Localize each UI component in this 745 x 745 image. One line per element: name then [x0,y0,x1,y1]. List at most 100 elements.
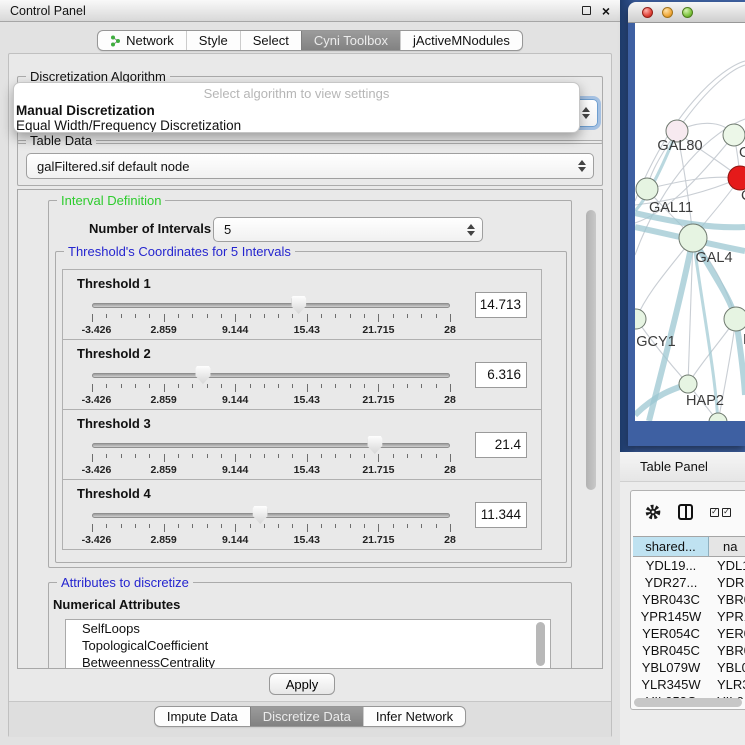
table-cell: YDR2 [709,575,745,590]
tab-discretize-data[interactable]: Discretize Data [250,707,363,726]
table-cell: YLR345W [633,677,709,692]
list-item[interactable]: BetweennessCentrality [66,654,550,669]
table-grid: shared...na YDL19...YDL1YDR27...YDR2YBR0… [633,536,745,699]
table-row[interactable]: YLR345WYLR3 [633,676,745,693]
network-node[interactable] [724,307,745,331]
table-cell: YBL079W [633,660,709,675]
table-cell: YDL1 [709,558,745,573]
tab-network[interactable]: Network [98,31,186,50]
horizontal-scrollbar-thumb[interactable] [634,698,742,707]
column-header[interactable]: shared... [633,536,709,557]
threshold-label: Threshold 3 [77,416,151,431]
table-horizontal-scrollbar[interactable] [634,698,742,707]
table-row[interactable]: YPR145WYPR1 [633,608,745,625]
network-window-titlebar[interactable] [628,2,745,23]
threshold-row: Threshold 1-3.4262.8599.14415.4321.71528… [62,269,542,340]
table-row[interactable]: YER054CYER0 [633,625,745,642]
tab-style[interactable]: Style [186,31,240,50]
tab-jactivemnodules[interactable]: jActiveMNodules [400,31,522,50]
control-panel-titlebar: Control Panel × [0,0,620,22]
network-node-label: C [741,188,745,204]
threshold-value-field[interactable]: 14.713 [475,292,527,318]
cyni-toolbox-panel: Discretization Algorithm Table Data galF… [8,53,612,737]
list-scrollbar[interactable] [536,622,547,668]
algorithm-option-equal-width[interactable]: Equal Width/Frequency Discretization [16,118,577,133]
slider-track[interactable] [92,373,450,378]
close-traffic-light-icon[interactable] [642,7,653,18]
threshold-value-field[interactable]: 11.344 [475,502,527,528]
table-row[interactable]: YBR043CYBR0 [633,591,745,608]
slider-ticks [92,384,450,393]
network-node-label: GA [739,145,745,161]
interval-definition-title: Interval Definition [57,193,165,208]
table-cell: YPR1 [709,609,745,624]
threshold-rows: Threshold 1-3.4262.8599.14415.4321.71528… [62,270,542,550]
split-column-icon[interactable] [678,504,693,520]
slider-handle[interactable] [291,296,306,314]
tab-label: Cyni Toolbox [314,33,388,48]
network-node[interactable] [679,375,697,393]
network-node-label: GCY1 [636,334,676,350]
network-edge [677,65,745,131]
apply-button[interactable]: Apply [269,673,335,695]
top-tabs: NetworkStyle Select Cyni Toolbox jActiveMNo… [97,30,523,51]
slider-scale-labels: -3.4262.8599.14415.4321.71528 [92,464,450,476]
tab-infer-network[interactable]: Infer Network [363,707,465,726]
table-row[interactable]: YDR27...YDR2 [633,574,745,591]
combo-arrows-icon [582,107,590,119]
slider-ticks [92,524,450,533]
number-of-intervals-combobox[interactable]: 5 [213,217,483,242]
threshold-label: Threshold 2 [77,346,151,361]
tab-select[interactable]: Select [240,31,301,50]
threshold-label: Threshold 4 [77,486,151,501]
slider-ticks [92,454,450,463]
gear-icon[interactable] [645,504,661,520]
algorithm-dropdown-popup: Select algorithm to view settings Manual… [13,82,580,133]
table-cell: YBR045C [633,643,709,658]
table-row[interactable]: YBR045CYBR0 [633,642,745,659]
list-item[interactable]: TopologicalCoefficient [66,637,550,654]
attributes-title: Attributes to discretize [57,575,193,590]
checkbox-icon[interactable]: ✓ [722,508,731,517]
table-cell: YBR0 [709,643,745,658]
column-header[interactable]: na [709,536,745,557]
combo-arrows-icon [578,160,586,172]
slider-handle[interactable] [253,506,268,524]
minimize-traffic-light-icon[interactable] [662,7,673,18]
window-buttons: × [582,4,610,18]
slider-handle[interactable] [195,366,210,384]
list-item[interactable]: SelfLoops [66,620,550,637]
close-icon[interactable]: × [602,4,610,18]
vertical-scrollbar[interactable] [584,204,598,656]
network-node[interactable] [728,166,745,190]
network-node[interactable] [635,309,646,329]
algorithm-option-manual[interactable]: Manual Discretization [16,103,577,118]
network-node[interactable] [723,124,745,146]
checkbox-icons: ✓ ✓ [710,508,731,517]
vertical-scrollbar-thumb[interactable] [586,210,596,490]
numerical-attributes-label: Numerical Attributes [53,597,180,612]
thresholds-group: Threshold's Coordinates for 5 Intervals … [55,251,567,563]
network-node[interactable] [679,224,707,252]
zoom-traffic-light-icon[interactable] [682,7,693,18]
table-cell: YER0 [709,626,745,641]
slider-handle[interactable] [367,436,382,454]
table-data-combobox[interactable]: galFiltered.sif default node [26,153,594,179]
threshold-value-field[interactable]: 21.4 [475,432,527,458]
slider-track[interactable] [92,513,450,518]
checkbox-icon[interactable]: ✓ [710,508,719,517]
slider-scale-labels: -3.4262.8599.14415.4321.71528 [92,324,450,336]
tab-cyni-toolbox[interactable]: Cyni Toolbox [301,31,400,50]
threshold-value-field[interactable]: 6.316 [475,362,527,388]
float-window-icon[interactable] [582,6,591,15]
network-node[interactable] [636,178,658,200]
table-row[interactable]: YDL19...YDL1 [633,557,745,574]
table-panel-title: Table Panel [640,459,708,474]
network-canvas[interactable]: GAL80GACGAL11GAL4GCY1HHAP2 [635,23,745,421]
slider-track[interactable] [92,443,450,448]
tab-impute-data[interactable]: Impute Data [155,707,250,726]
slider-track[interactable] [92,303,450,308]
table-row[interactable]: YBL079WYBL0 [633,659,745,676]
numerical-attributes-list[interactable]: SelfLoopsTopologicalCoefficientBetweenne… [65,619,551,669]
tab-label: Select [253,33,289,48]
